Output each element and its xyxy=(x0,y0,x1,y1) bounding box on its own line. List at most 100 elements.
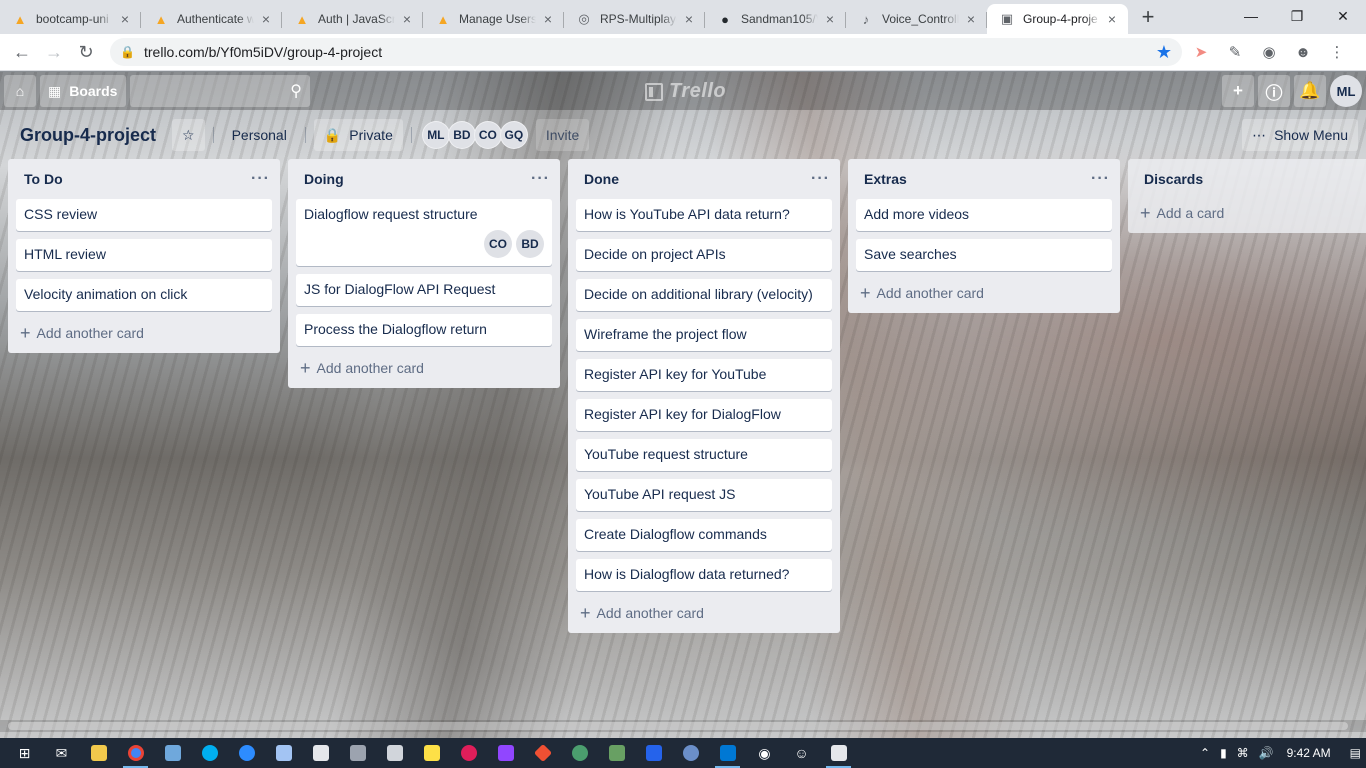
card[interactable]: YouTube API request JS xyxy=(576,479,832,511)
board-title[interactable]: Group-4-project xyxy=(20,125,156,146)
minimize-button[interactable]: — xyxy=(1228,0,1274,32)
skype-icon[interactable] xyxy=(191,738,228,768)
r-icon[interactable] xyxy=(672,738,709,768)
invite-button[interactable]: Invite xyxy=(535,119,590,151)
file-explorer-icon[interactable] xyxy=(80,738,117,768)
twitch-icon[interactable] xyxy=(487,738,524,768)
member-avatar[interactable]: GQ xyxy=(499,121,528,149)
search-input[interactable]: ⚲ xyxy=(130,75,310,107)
node-icon[interactable] xyxy=(598,738,635,768)
browser-tab[interactable]: ▣ Group-4-proje × xyxy=(987,4,1128,34)
list-title[interactable]: To Do xyxy=(24,171,63,187)
sticky-notes-icon[interactable] xyxy=(413,738,450,768)
list-title[interactable]: Doing xyxy=(304,171,344,187)
new-tab-button[interactable]: + xyxy=(1134,4,1162,32)
reload-button[interactable]: ↻ xyxy=(72,38,100,66)
create-button[interactable]: + xyxy=(1222,75,1254,107)
star-board-button[interactable]: ☆ xyxy=(172,119,205,151)
wifi-icon[interactable]: ⌘ xyxy=(1232,746,1254,760)
card[interactable]: YouTube request structure xyxy=(576,439,832,471)
card[interactable]: JS for DialogFlow API Request xyxy=(296,274,552,306)
browser-icon[interactable] xyxy=(561,738,598,768)
forward-button[interactable]: → xyxy=(40,38,68,66)
extension-circle-icon[interactable]: ◉ xyxy=(1254,38,1284,66)
paint-icon[interactable] xyxy=(154,738,191,768)
card[interactable]: CSS review xyxy=(16,199,272,231)
list-menu-icon[interactable]: ··· xyxy=(251,170,270,188)
list-title[interactable]: Extras xyxy=(864,171,907,187)
add-card-button[interactable]: + Add a card xyxy=(1128,199,1366,227)
member-avatar[interactable]: CO xyxy=(473,121,502,149)
vscode-icon[interactable] xyxy=(709,738,746,768)
scrollbar-thumb[interactable] xyxy=(8,722,1348,730)
add-card-button[interactable]: + Add another card xyxy=(568,599,840,627)
mail-icon[interactable]: ✉ xyxy=(43,738,80,768)
member-avatar[interactable]: ML xyxy=(421,121,450,149)
battery-icon[interactable]: ▮ xyxy=(1215,746,1232,760)
card[interactable]: Process the Dialogflow return xyxy=(296,314,552,346)
list-title[interactable]: Done xyxy=(584,171,619,187)
maximize-button[interactable]: ❐ xyxy=(1274,0,1320,32)
card[interactable]: Dialogflow request structure CO BD xyxy=(296,199,552,266)
member-avatar[interactable]: BD xyxy=(516,230,544,258)
chrome-menu-icon[interactable]: ⋮ xyxy=(1322,38,1352,66)
slack-icon[interactable] xyxy=(450,738,487,768)
browser-tab[interactable]: ▲ bootcamp-uni × xyxy=(0,4,141,34)
network-icon[interactable] xyxy=(635,738,672,768)
close-tab-icon[interactable]: × xyxy=(540,11,556,27)
close-tab-icon[interactable]: × xyxy=(681,11,697,27)
card[interactable]: Register API key for YouTube xyxy=(576,359,832,391)
browser-tab[interactable]: ♪ Voice_Controll × xyxy=(846,4,987,34)
notifications-icon[interactable]: ▤ xyxy=(1345,746,1366,760)
browser-tab[interactable]: ▲ Authenticate w × xyxy=(141,4,282,34)
calculator-icon[interactable] xyxy=(339,738,376,768)
notifications-button[interactable]: 🔔 xyxy=(1294,75,1326,107)
close-tab-icon[interactable]: × xyxy=(822,11,838,27)
card[interactable]: Velocity animation on click xyxy=(16,279,272,311)
list-menu-icon[interactable]: ··· xyxy=(1091,170,1110,188)
close-tab-icon[interactable]: × xyxy=(117,11,133,27)
member-avatar[interactable]: CO xyxy=(484,230,512,258)
add-card-button[interactable]: + Add another card xyxy=(8,319,280,347)
photos-viewer-icon[interactable] xyxy=(820,738,857,768)
url-bar[interactable]: 🔒 trello.com/b/Yf0m5iDV/group-4-project … xyxy=(110,38,1182,66)
browser-tab[interactable]: ▲ Manage Users × xyxy=(423,4,564,34)
close-tab-icon[interactable]: × xyxy=(963,11,979,27)
boards-button[interactable]: ▦ Boards xyxy=(40,75,126,107)
card[interactable]: Register API key for DialogFlow xyxy=(576,399,832,431)
game-controller-icon[interactable]: ◉ xyxy=(746,738,783,768)
trello-logo[interactable]: Trello xyxy=(645,80,726,103)
card[interactable]: How is YouTube API data return? xyxy=(576,199,832,231)
browser-tab[interactable]: ▲ Auth | JavaScri × xyxy=(282,4,423,34)
card[interactable]: Wireframe the project flow xyxy=(576,319,832,351)
extension-icon[interactable]: ➤ xyxy=(1186,38,1216,66)
list-menu-icon[interactable]: ··· xyxy=(811,170,830,188)
user-avatar[interactable]: ML xyxy=(1330,75,1362,107)
close-tab-icon[interactable]: × xyxy=(258,11,274,27)
horizontal-scrollbar[interactable] xyxy=(0,720,1366,732)
windows-start-icon[interactable]: ⊞ xyxy=(6,738,43,768)
card[interactable]: How is Dialogflow data returned? xyxy=(576,559,832,591)
close-tab-icon[interactable]: × xyxy=(399,11,415,27)
add-card-button[interactable]: + Add another card xyxy=(288,354,560,382)
calendar-icon[interactable] xyxy=(376,738,413,768)
team-button[interactable]: Personal xyxy=(222,119,297,151)
visibility-button[interactable]: 🔒 Private xyxy=(313,119,403,151)
list-title[interactable]: Discards xyxy=(1144,171,1203,187)
zoom-icon[interactable] xyxy=(228,738,265,768)
browser-tab[interactable]: ◎ RPS-Multiplaye × xyxy=(564,4,705,34)
profile-icon[interactable]: ☻ xyxy=(1288,38,1318,66)
browser-tab[interactable]: ● Sandman105/V × xyxy=(705,4,846,34)
card[interactable]: Save searches xyxy=(856,239,1112,271)
eyedropper-extension-icon[interactable]: ✎ xyxy=(1220,38,1250,66)
bookmark-star-icon[interactable]: ★ xyxy=(1156,42,1172,63)
info-button[interactable]: ⓘ xyxy=(1258,75,1290,107)
member-avatar[interactable]: BD xyxy=(447,121,476,149)
chevron-up-icon[interactable]: ⌃ xyxy=(1195,746,1215,760)
card[interactable]: Create Dialogflow commands xyxy=(576,519,832,551)
list-menu-icon[interactable]: ··· xyxy=(531,170,550,188)
card[interactable]: HTML review xyxy=(16,239,272,271)
add-card-button[interactable]: + Add another card xyxy=(848,279,1120,307)
close-tab-icon[interactable]: × xyxy=(1104,11,1120,27)
home-button[interactable]: ⌂ xyxy=(4,75,36,107)
